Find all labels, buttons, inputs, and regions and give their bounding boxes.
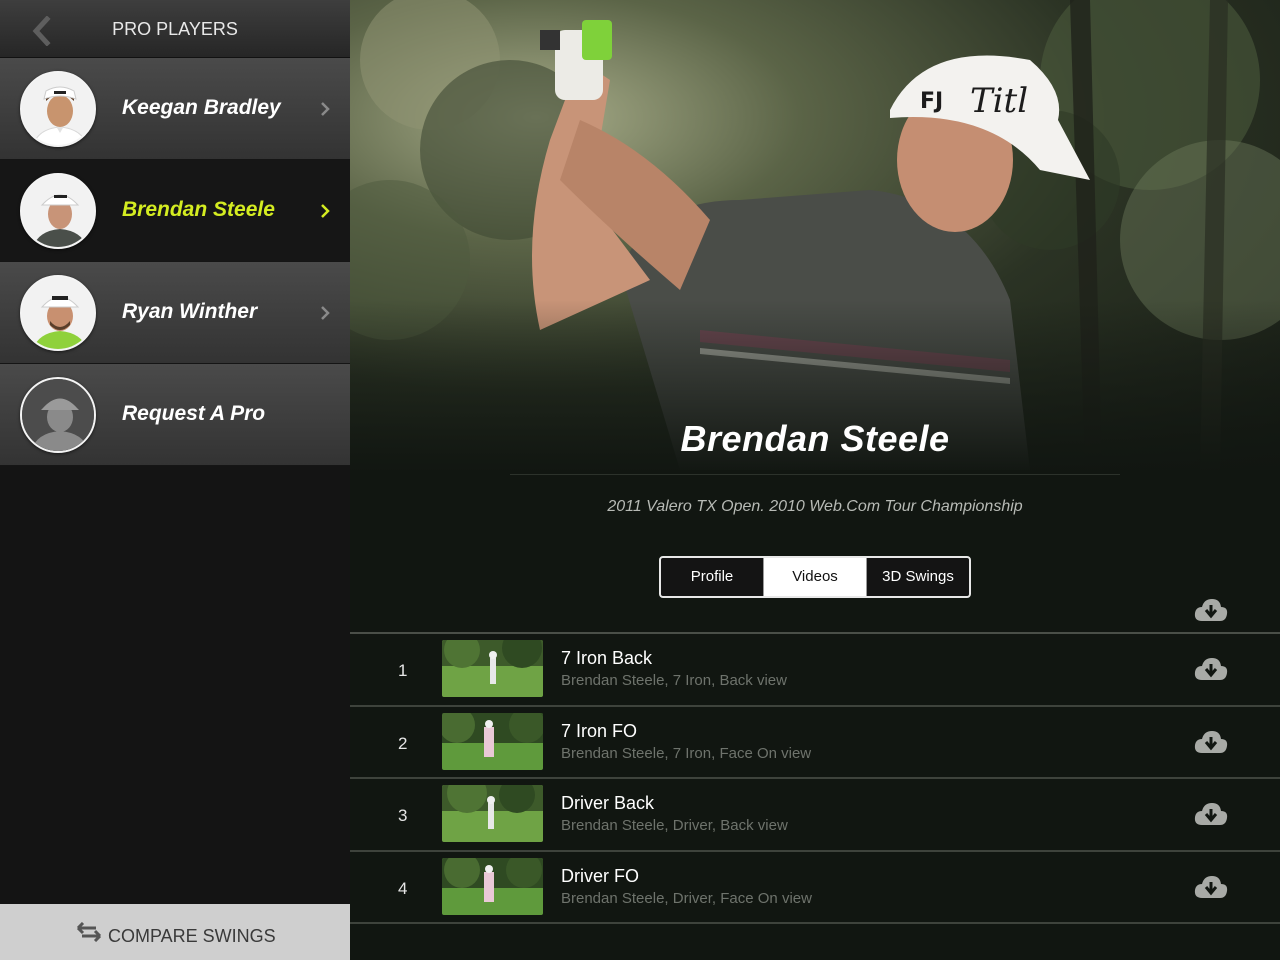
video-number: 4	[398, 878, 408, 898]
cloud-download-icon[interactable]	[1193, 874, 1229, 902]
player-name: Request A Pro	[122, 402, 266, 425]
chevron-right-icon	[321, 204, 330, 218]
video-subtitle: Brendan Steele, 7 Iron, Back view	[561, 672, 787, 689]
video-thumbnail[interactable]	[442, 857, 543, 915]
video-title: Driver FO	[561, 865, 639, 886]
video-subtitle: Brendan Steele, Driver, Back view	[561, 817, 788, 834]
video-number: 2	[398, 733, 408, 753]
video-thumbnail[interactable]	[442, 640, 543, 697]
video-number: 3	[398, 806, 408, 825]
video-subtitle: Brendan Steele, 7 Iron, Face On view	[561, 744, 812, 762]
video-row[interactable]: 4 Driver FO Brendan Steele, Driver, Face…	[350, 852, 1280, 924]
sidebar: PRO PLAYERS Keegan Bradley Brendan Steel…	[0, 0, 350, 960]
sidebar-header: PRO PLAYERS	[0, 0, 350, 58]
chevron-right-icon	[321, 102, 330, 116]
content-tabs: Profile Videos 3D Swings	[659, 556, 971, 598]
video-title: 7 Iron Back	[561, 648, 653, 668]
main-panel: Titl FJ Brendan Steele 2011 Valero TX Op…	[350, 0, 1280, 960]
cloud-download-icon[interactable]	[1193, 729, 1229, 757]
download-all-button[interactable]	[1193, 597, 1229, 625]
video-thumbnail[interactable]	[442, 785, 543, 842]
player-title: Brendan Steele	[680, 418, 950, 459]
hero-image: Titl FJ	[350, 0, 1280, 470]
player-item-keegan-bradley[interactable]: Keegan Bradley	[0, 58, 350, 160]
avatar	[20, 377, 96, 453]
video-number: 1	[398, 661, 408, 680]
tab-3d-swings[interactable]: 3D Swings	[867, 558, 969, 596]
video-row[interactable]: 1 7 Iron Back Brendan Steele, 7 Iron, Ba…	[350, 634, 1280, 707]
cloud-download-icon[interactable]	[1193, 656, 1229, 684]
compare-swings-label: COMPARE SWINGS	[108, 926, 276, 946]
svg-text:Titl: Titl	[970, 81, 1028, 121]
avatar	[20, 275, 96, 351]
player-item-brendan-steele[interactable]: Brendan Steele	[0, 160, 350, 262]
video-title: 7 Iron FO	[561, 720, 638, 741]
video-title: Driver Back	[561, 793, 655, 813]
user-silhouette-icon	[22, 379, 94, 451]
video-row[interactable]: 3 Driver Back Brendan Steele, Driver, Ba…	[350, 779, 1280, 852]
title-divider	[510, 474, 1120, 475]
sidebar-title: PRO PLAYERS	[112, 19, 238, 39]
video-subtitle: Brendan Steele, Driver, Face On view	[561, 889, 812, 907]
player-item-request-a-pro[interactable]: Request A Pro	[0, 364, 350, 466]
compare-swings-button[interactable]: COMPARE SWINGS	[0, 904, 350, 960]
video-row[interactable]: 2 7 Iron FO Brendan Steele, 7 Iron, Face…	[350, 707, 1280, 779]
swap-arrows-icon	[76, 922, 102, 942]
avatar	[20, 71, 96, 147]
tab-videos[interactable]: Videos	[764, 558, 867, 596]
player-name: Brendan Steele	[122, 198, 275, 221]
tab-profile[interactable]: Profile	[661, 558, 764, 596]
player-list: Keegan Bradley Brendan Steele Ryan Winth…	[0, 58, 350, 466]
video-list: 1 7 Iron Back Brendan Steele, 7 Iron, Ba…	[350, 632, 1280, 924]
cloud-download-icon[interactable]	[1193, 801, 1229, 829]
player-name: Keegan Bradley	[122, 96, 281, 119]
svg-text:FJ: FJ	[920, 89, 943, 114]
video-thumbnail[interactable]	[442, 712, 543, 770]
player-name: Ryan Winther	[122, 300, 258, 323]
player-item-ryan-winther[interactable]: Ryan Winther	[0, 262, 350, 364]
avatar	[20, 173, 96, 249]
player-achievements: 2011 Valero TX Open. 2010 Web.Com Tour C…	[607, 498, 1023, 515]
chevron-right-icon	[321, 306, 330, 320]
